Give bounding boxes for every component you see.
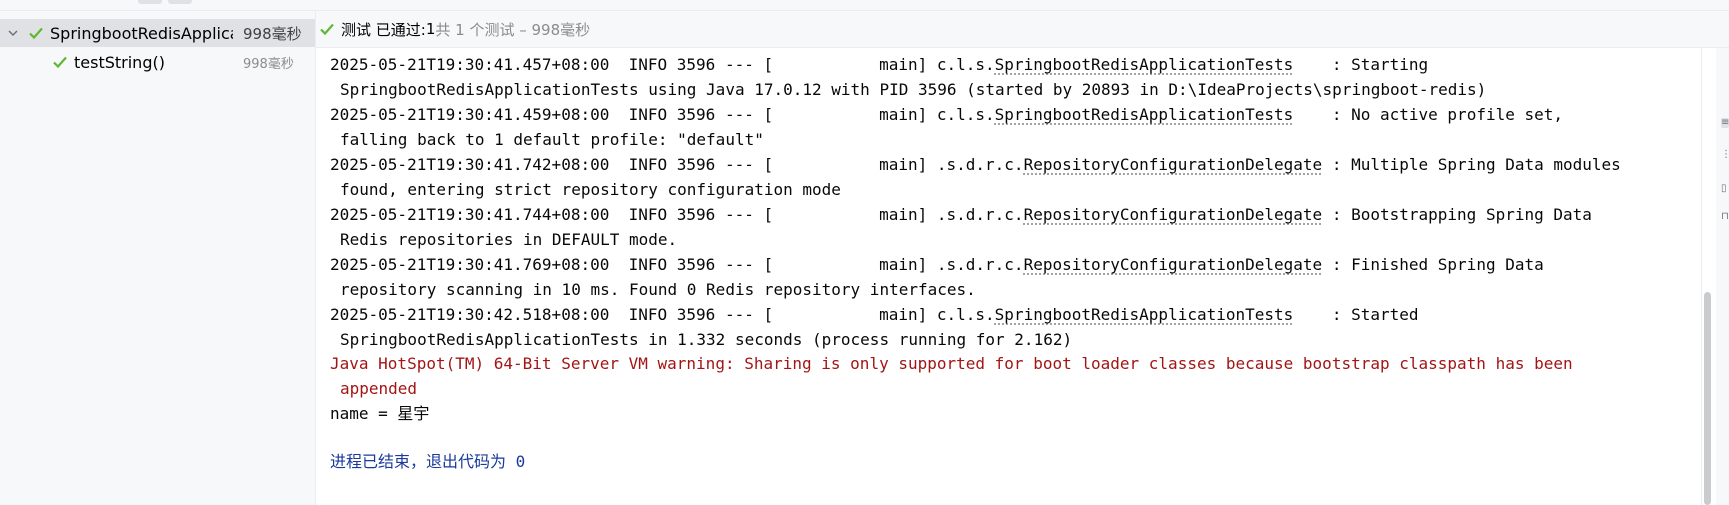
log-line: 2025-05-21T19:30:41.744+08:00 INFO 3596 … [330,205,1592,224]
wrap-icon[interactable]: ≡ [1721,118,1729,128]
class-link[interactable]: RepositoryConfigurationDelegate [1024,205,1323,224]
check-icon [53,56,67,69]
tree-item-time: 998毫秒 [243,56,294,72]
log-line: Redis repositories in DEFAULT mode. [340,230,678,249]
tree-item-test[interactable]: testString() 998毫秒 [0,48,315,76]
log-line: 2025-05-21T19:30:41.742+08:00 INFO 3596 … [330,155,1621,174]
status-count: 1 [425,20,436,38]
class-link[interactable]: RepositoryConfigurationDelegate [1024,255,1323,274]
clear-icon[interactable]: ⊓ [1721,212,1729,222]
log-line: 2025-05-21T19:30:41.769+08:00 INFO 3596 … [330,255,1544,274]
log-line: SpringbootRedisApplicationTests using Ja… [340,80,1487,99]
test-runner-window: SpringbootRedisApplicati 998毫秒 testStrin… [0,0,1729,505]
output-line: name = 星宇 [330,404,430,423]
class-link[interactable]: SpringbootRedisApplicationTests [995,305,1294,324]
status-label: 测试 已通过: [341,20,426,39]
log-line: 2025-05-21T19:30:41.459+08:00 INFO 3596 … [330,105,1564,124]
scrollbar-thumb[interactable] [1704,292,1711,505]
log-line: repository scanning in 10 ms. Found 0 Re… [340,280,976,299]
console-output[interactable]: 2025-05-21T19:30:41.457+08:00 INFO 3596 … [316,48,1701,505]
toolbar-button[interactable] [138,0,162,4]
chevron-down-icon[interactable] [7,27,19,39]
status-summary: 共 1 个测试 – 998毫秒 [435,20,591,39]
log-line: found, entering strict repository config… [340,180,841,199]
log-line: 2025-05-21T19:30:42.518+08:00 INFO 3596 … [330,305,1419,324]
class-link[interactable]: SpringbootRedisApplicationTests [995,55,1294,74]
exit-line: 进程已结束，退出代码为 0 [330,452,526,471]
class-link[interactable]: SpringbootRedisApplicationTests [995,105,1294,124]
class-link[interactable]: RepositoryConfigurationDelegate [1024,155,1323,174]
toolbar-strip [0,0,1729,11]
toolbar-button[interactable] [168,0,192,4]
tree-item-root[interactable]: SpringbootRedisApplicati 998毫秒 [0,19,315,47]
check-icon [320,23,334,36]
tree-item-time: 998毫秒 [243,24,302,43]
tree-item-label: testString() [74,52,165,72]
test-tree-panel: SpringbootRedisApplicati 998毫秒 testStrin… [0,11,316,505]
test-status-bar: 测试 已通过: 1 共 1 个测试 – 998毫秒 [316,11,1729,48]
check-icon [29,27,43,40]
log-line: falling back to 1 default profile: "defa… [340,130,764,149]
scroll-end-icon[interactable]: ⋮ [1721,150,1729,160]
warning-line: appended [340,379,418,398]
print-icon[interactable]: ▯ [1721,184,1729,194]
log-line: 2025-05-21T19:30:41.457+08:00 INFO 3596 … [330,55,1429,74]
warning-line: Java HotSpot(TM) 64-Bit Server VM warnin… [330,354,1573,373]
log-line: SpringbootRedisApplicationTests in 1.332… [340,330,1073,349]
tree-item-label: SpringbootRedisApplicati [50,23,233,43]
